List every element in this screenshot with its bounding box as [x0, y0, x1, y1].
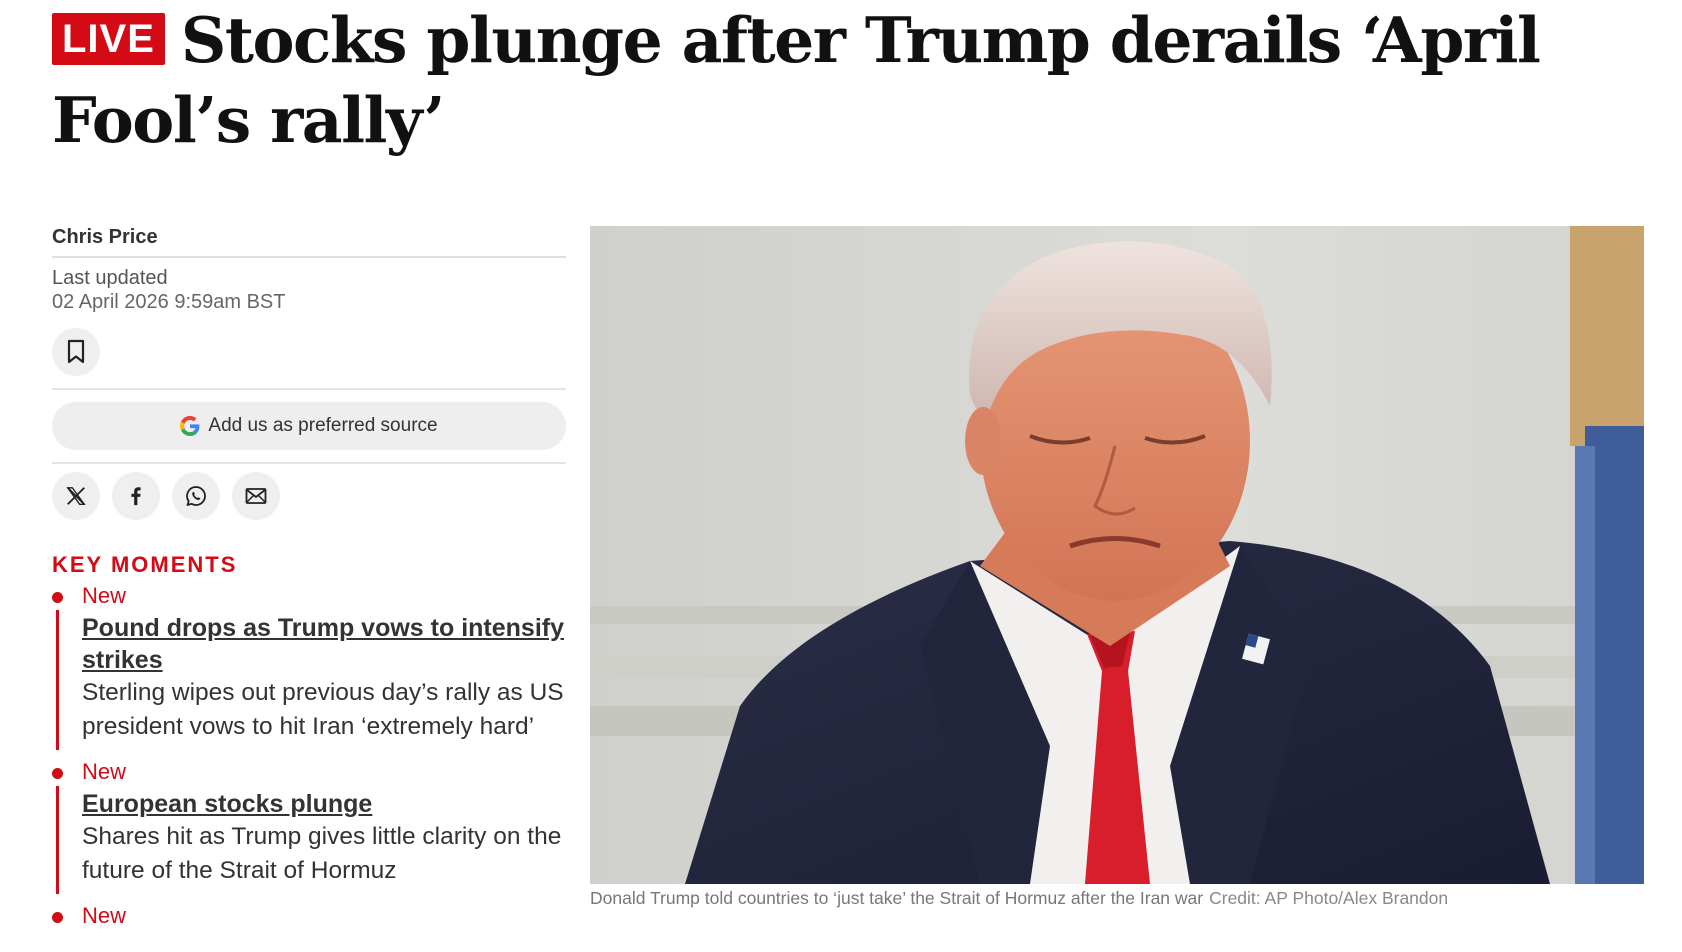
- live-badge: LIVE: [52, 13, 165, 65]
- timeline-dot: [52, 768, 63, 779]
- headline-text: Stocks plunge after Trump derails ‘April…: [52, 3, 1541, 157]
- key-moment-description: Sterling wipes out previous day’s rally …: [82, 679, 564, 740]
- timeline-line: [56, 610, 59, 750]
- share-facebook-button[interactable]: [112, 472, 160, 520]
- google-icon: [180, 416, 200, 436]
- timeline-dot: [52, 912, 63, 923]
- last-updated-label: Last updated: [52, 267, 168, 289]
- article-sidebar: Chris Price Last updated 02 April 2026 9…: [52, 224, 566, 944]
- last-updated-date: 02 April 2026 9:59am BST: [52, 291, 286, 313]
- divider: [52, 388, 566, 390]
- bookmark-icon: [67, 339, 85, 364]
- caption-text: Donald Trump told countries to ‘just tak…: [590, 888, 1204, 908]
- article-headline: LIVE Stocks plunge after Trump derails ‘A…: [52, 0, 1652, 160]
- new-tag: New: [82, 759, 127, 784]
- new-tag: New: [82, 903, 127, 928]
- share-x-button[interactable]: [52, 472, 100, 520]
- image-caption: Donald Trump told countries to ‘just tak…: [590, 888, 1448, 909]
- new-tag: New: [82, 583, 127, 608]
- share-whatsapp-button[interactable]: [172, 472, 220, 520]
- facebook-icon: [131, 487, 141, 506]
- key-moment-link[interactable]: European stocks plunge: [82, 788, 566, 820]
- key-moments-heading: KEY MOMENTS: [52, 552, 238, 577]
- hero-photo: [590, 226, 1644, 884]
- hero-image: [590, 226, 1644, 884]
- email-icon: [245, 488, 267, 504]
- bookmark-button[interactable]: [52, 328, 100, 376]
- whatsapp-icon: [186, 486, 206, 506]
- author-name[interactable]: Chris Price: [52, 224, 566, 258]
- key-moment-item: New: [52, 900, 566, 944]
- x-icon: [66, 487, 86, 505]
- key-moment-link[interactable]: Pound drops as Trump vows to intensify s…: [82, 612, 566, 676]
- key-moment-description: Shares hit as Trump gives little clarity…: [82, 823, 562, 884]
- share-buttons: [52, 472, 566, 520]
- key-moment-item: New European stocks plunge Shares hit as…: [52, 756, 566, 900]
- key-moment-item: New Pound drops as Trump vows to intensi…: [52, 580, 566, 756]
- timeline-line: [56, 786, 59, 894]
- article-page: LIVE Stocks plunge after Trump derails ‘A…: [0, 0, 1682, 952]
- divider: [52, 462, 566, 464]
- preferred-source-button[interactable]: Add us as preferred source: [52, 402, 566, 450]
- share-email-button[interactable]: [232, 472, 280, 520]
- timeline-dot: [52, 592, 63, 603]
- key-moments-list: New Pound drops as Trump vows to intensi…: [52, 580, 566, 944]
- preferred-source-label: Add us as preferred source: [208, 415, 438, 436]
- image-credit: Credit: AP Photo/Alex Brandon: [1209, 888, 1449, 908]
